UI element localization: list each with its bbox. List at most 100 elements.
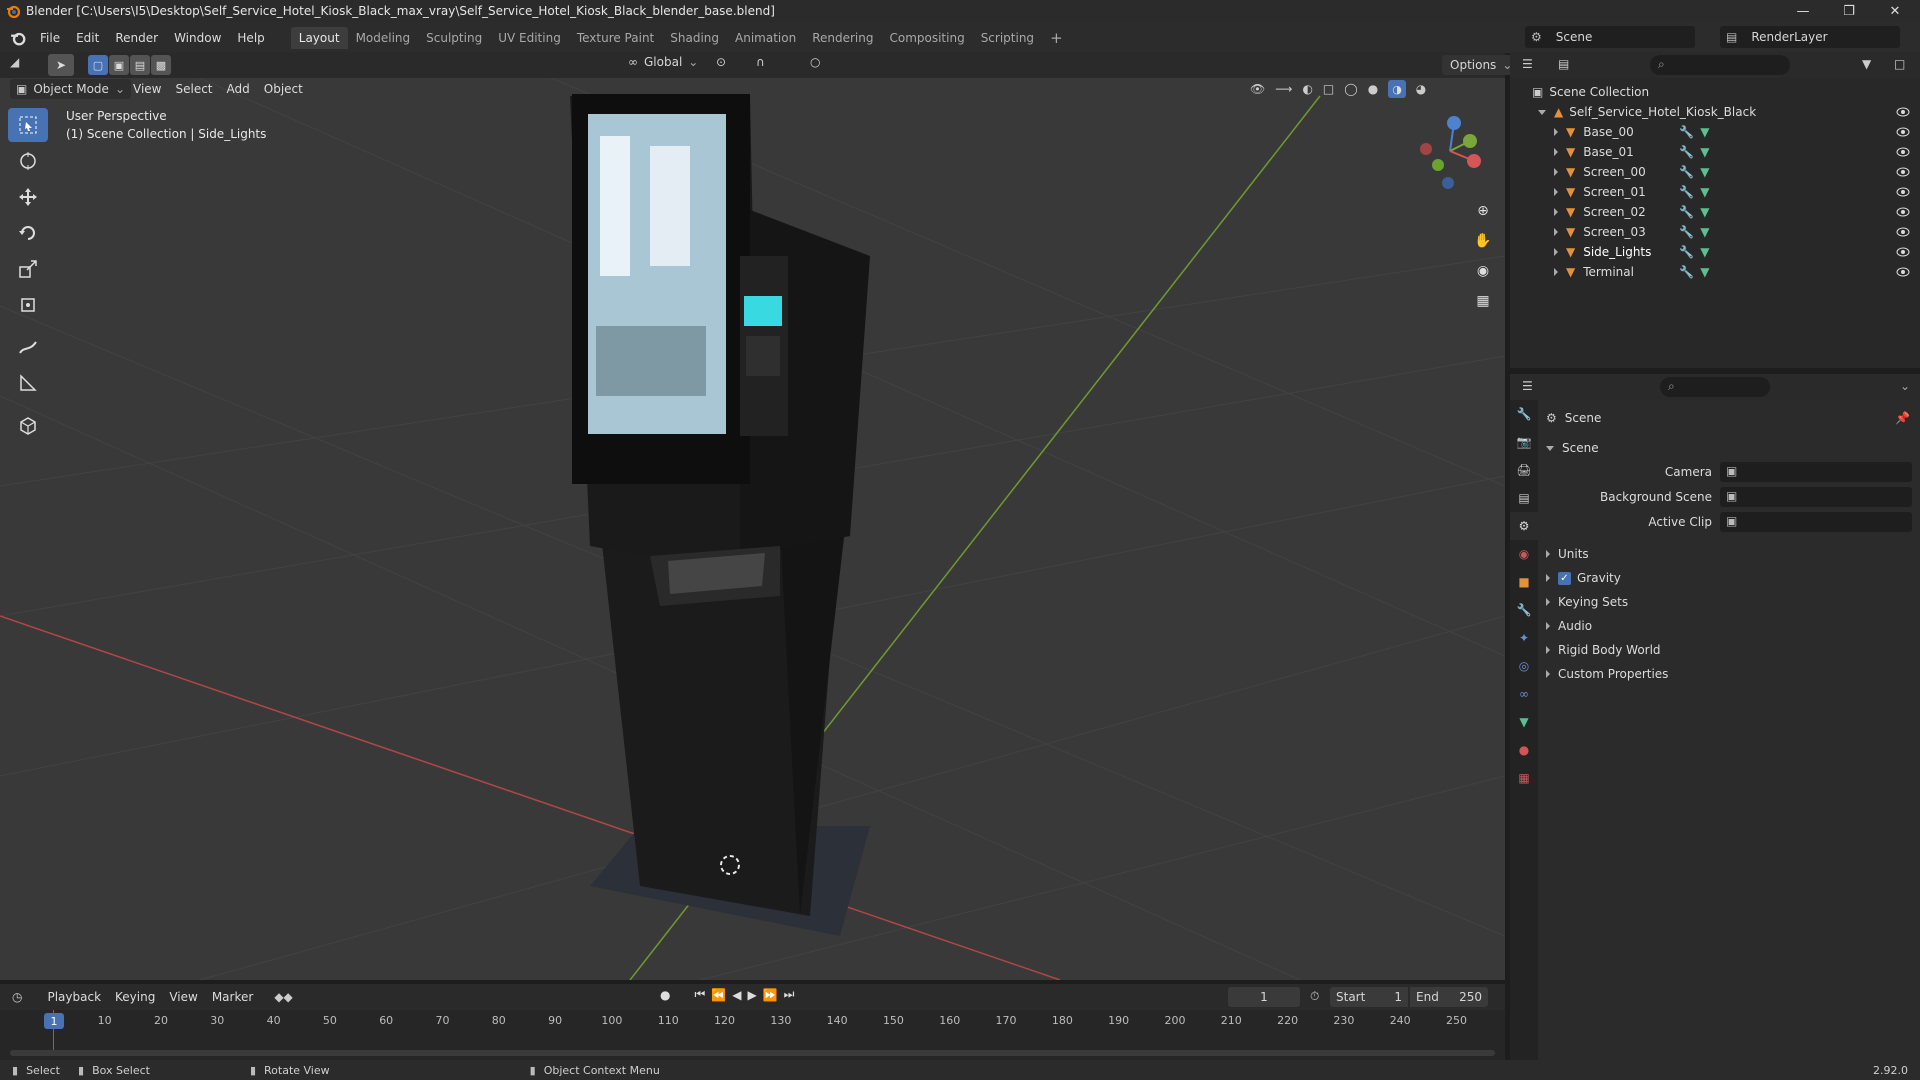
tab-layout[interactable]: Layout <box>290 26 348 49</box>
select-tool-button[interactable]: ➤ <box>48 54 74 76</box>
prev-keyframe-icon[interactable]: ⏪ <box>711 988 726 1002</box>
outliner-object-row[interactable]: ▼ Screen_03 🔧 ▼ <box>1510 222 1920 242</box>
frame-ruler[interactable]: 1102030405060708090100110120130140150160… <box>0 1010 1505 1032</box>
expand-chevron-icon[interactable] <box>1538 109 1546 115</box>
outliner-object-row[interactable]: ▼ Base_00 🔧 ▼ <box>1510 122 1920 142</box>
record-icon[interactable]: ● <box>660 988 670 1002</box>
3d-viewport[interactable]: User Perspective (1) Scene Collection | … <box>0 56 1505 980</box>
outliner-object-row[interactable]: ▼ Terminal 🔧 ▼ <box>1510 262 1920 282</box>
rendered-shading-icon[interactable]: ◕ <box>1416 82 1426 96</box>
timeline-menu-playback[interactable]: Playback <box>40 990 108 1004</box>
expand-chevron-icon[interactable] <box>1554 148 1558 156</box>
menu-file[interactable]: File <box>32 26 68 50</box>
mesh-data-icon[interactable]: ▼ <box>1700 225 1709 239</box>
start-frame-field[interactable]: Start 1 <box>1330 987 1408 1007</box>
neg-y-axis-handle[interactable] <box>1432 159 1444 171</box>
mesh-data-icon[interactable]: ▼ <box>1700 205 1709 219</box>
world-tab-icon[interactable]: ◉ <box>1510 540 1538 568</box>
modifier-icon[interactable]: 🔧 <box>1679 265 1694 279</box>
new-collection-icon[interactable]: □ <box>1894 57 1905 71</box>
add-workspace-icon[interactable]: + <box>1042 27 1071 49</box>
properties-subpanel[interactable]: Rigid Body World <box>1538 638 1920 662</box>
neg-z-axis-handle[interactable] <box>1442 177 1454 189</box>
eye-icon[interactable] <box>1896 265 1910 279</box>
modifier-icon[interactable]: 🔧 <box>1679 225 1694 239</box>
modifier-tab-icon[interactable]: 🔧 <box>1510 596 1538 624</box>
modifier-icon[interactable]: 🔧 <box>1679 165 1694 179</box>
pivot-selector[interactable]: ⊙ <box>716 55 726 69</box>
outliner-object-row[interactable]: ▼ Side_Lights 🔧 ▼ <box>1510 242 1920 262</box>
modifier-icon[interactable]: 🔧 <box>1679 205 1694 219</box>
properties-subpanel[interactable]: Keying Sets <box>1538 590 1920 614</box>
tab-compositing[interactable]: Compositing <box>881 27 972 49</box>
play-icon[interactable]: ▶ <box>747 988 756 1002</box>
menu-window[interactable]: Window <box>166 26 229 50</box>
chevron-down-icon[interactable]: ⌄ <box>1900 379 1910 393</box>
eye-icon[interactable] <box>1896 105 1910 119</box>
scale-icon[interactable] <box>8 252 48 286</box>
filter-icon[interactable]: ▼ <box>1862 57 1871 71</box>
scene-selector[interactable]: ⚙ Scene <box>1525 26 1695 48</box>
modifier-icon[interactable]: 🔧 <box>1679 125 1694 139</box>
close-button[interactable]: ✕ <box>1872 0 1918 22</box>
modifier-icon[interactable]: 🔧 <box>1679 185 1694 199</box>
outliner-object-row[interactable]: ▼ Screen_00 🔧 ▼ <box>1510 162 1920 182</box>
next-keyframe-icon[interactable]: ⏩ <box>763 988 778 1002</box>
tab-modeling[interactable]: Modeling <box>348 27 419 49</box>
texture-tab-icon[interactable]: ▦ <box>1510 764 1538 792</box>
timeline-menu-view[interactable]: View <box>162 990 204 1004</box>
object-tab-icon[interactable]: ■ <box>1510 568 1538 596</box>
properties-search-input[interactable]: ⌕ <box>1660 377 1770 397</box>
timeline-area[interactable]: 1102030405060708090100110120130140150160… <box>0 1010 1505 1060</box>
tab-scripting[interactable]: Scripting <box>973 27 1042 49</box>
rotate-icon[interactable] <box>8 216 48 250</box>
output-tab-icon[interactable]: 🖨 <box>1510 456 1538 484</box>
transform-icon[interactable] <box>8 288 48 322</box>
material-tab-icon[interactable]: ● <box>1510 736 1538 764</box>
camera-view-icon[interactable]: ◉ <box>1470 256 1496 286</box>
tool-tab-icon[interactable]: 🔧 <box>1510 400 1538 428</box>
expand-chevron-icon[interactable] <box>1554 228 1558 236</box>
neg-x-axis-handle[interactable] <box>1420 143 1432 155</box>
annotate-icon[interactable] <box>8 330 48 364</box>
zoom-icon[interactable]: ⊕ <box>1470 196 1496 226</box>
pin-icon[interactable]: 📌 <box>1895 411 1910 425</box>
expand-chevron-icon[interactable] <box>1554 248 1558 256</box>
physics-tab-icon[interactable]: ◎ <box>1510 652 1538 680</box>
blender-menu-icon[interactable] <box>10 30 26 46</box>
outliner-object-row[interactable]: ▼ Base_01 🔧 ▼ <box>1510 142 1920 162</box>
eye-icon[interactable] <box>1896 125 1910 139</box>
xray-toggle-icon[interactable]: □ <box>1323 82 1334 96</box>
menu-help[interactable]: Help <box>229 26 272 50</box>
data-tab-icon[interactable]: ▼ <box>1510 708 1538 736</box>
transform-orientation-selector[interactable]: ∞ Global ⌄ <box>628 55 698 69</box>
expand-chevron-icon[interactable] <box>1554 168 1558 176</box>
jump-end-icon[interactable]: ⏭ <box>784 987 795 1002</box>
render-tab-icon[interactable]: 📷 <box>1510 428 1538 456</box>
end-frame-field[interactable]: End 250 <box>1410 987 1488 1007</box>
playhead-handle[interactable]: 1 <box>44 1013 64 1029</box>
pan-hand-icon[interactable]: ✋ <box>1470 226 1496 256</box>
minimize-button[interactable]: — <box>1780 0 1826 22</box>
select-box-icon[interactable] <box>8 108 48 142</box>
tab-animation[interactable]: Animation <box>727 27 804 49</box>
property-field-input[interactable]: ▣ <box>1720 462 1912 482</box>
navigation-gizmo[interactable] <box>1410 111 1490 191</box>
properties-subpanel[interactable]: Audio <box>1538 614 1920 638</box>
view-layer-tab-icon[interactable]: ▤ <box>1510 484 1538 512</box>
cursor-icon[interactable] <box>8 144 48 178</box>
stopwatch-icon[interactable]: ⏱ <box>1310 989 1319 1004</box>
eye-icon[interactable] <box>1896 145 1910 159</box>
visibility-icon[interactable]: 👁 <box>1250 82 1265 96</box>
properties-subpanel[interactable]: Units <box>1538 542 1920 566</box>
scene-section-header[interactable]: Scene <box>1538 436 1920 460</box>
viewport-menu-add[interactable]: Add <box>220 82 257 96</box>
eye-icon[interactable] <box>1896 165 1910 179</box>
viewport-menu-view[interactable]: View <box>126 82 168 96</box>
menu-render[interactable]: Render <box>107 26 166 50</box>
expand-chevron-icon[interactable] <box>1554 208 1558 216</box>
viewport-menu-object[interactable]: Object <box>257 82 310 96</box>
eye-icon[interactable] <box>1896 185 1910 199</box>
mesh-data-icon[interactable]: ▼ <box>1700 245 1709 259</box>
select-subtract-icon[interactable]: ▤ <box>130 55 150 75</box>
